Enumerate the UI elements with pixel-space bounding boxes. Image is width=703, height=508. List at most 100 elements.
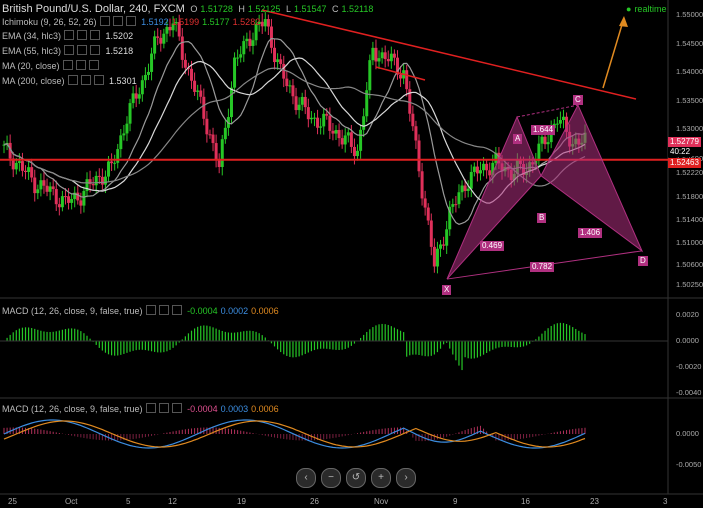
candle-body: [472, 166, 476, 172]
candle-body: [368, 60, 372, 91]
candle-body: [346, 132, 350, 136]
eye-icon[interactable]: [64, 45, 75, 55]
indicator-value: 1.5202: [105, 31, 134, 41]
candle-body: [251, 40, 255, 46]
macd2-header[interactable]: MACD (12, 26, close, 9, false, true) -0.…: [2, 403, 282, 415]
low-label: L: [285, 4, 291, 14]
settings-icon[interactable]: [158, 305, 169, 315]
scroll-right-button[interactable]: ›: [396, 468, 416, 488]
pattern-point-c: C: [573, 95, 583, 105]
settings-icon[interactable]: [112, 16, 123, 26]
y-tick: 1.53000: [676, 124, 703, 133]
candle-body: [426, 207, 430, 221]
settings-icon[interactable]: [77, 30, 88, 40]
candle-body: [199, 90, 203, 97]
candle-body: [245, 38, 249, 42]
candle-body: [269, 26, 273, 48]
close-icon[interactable]: [171, 403, 182, 413]
candle-body: [239, 54, 243, 58]
candle-body: [91, 184, 95, 186]
candle-body: [54, 189, 58, 205]
close-icon[interactable]: [171, 305, 182, 315]
candle-body: [399, 74, 403, 79]
y-tick: 1.54000: [676, 67, 703, 76]
indicator-label[interactable]: EMA (55, hlc3): [2, 46, 61, 56]
indicator-row-ma20[interactable]: MA (20, close): [2, 60, 102, 72]
macd1-header[interactable]: MACD (12, 26, close, 9, false, true) -0.…: [2, 305, 282, 317]
candle-body: [374, 47, 378, 62]
candle-body: [451, 204, 455, 207]
indicator-label[interactable]: MA (20, close): [2, 61, 60, 71]
indicator-row-ema34[interactable]: EMA (34, hlc3) 1.5202: [2, 30, 136, 42]
settings-icon[interactable]: [77, 45, 88, 55]
eye-icon[interactable]: [64, 30, 75, 40]
candle-body: [420, 171, 424, 199]
y-tick: 1.50600: [676, 260, 703, 269]
candle-body: [242, 41, 246, 55]
candle-body: [110, 161, 114, 164]
indicator-value: 1.5192: [141, 17, 169, 27]
candle-body: [24, 170, 28, 173]
indicator-row-ichimoku[interactable]: Ichimoku (9, 26, 52, 26) 1.5192 1.5199 1.5…: [2, 16, 263, 28]
close-icon[interactable]: [93, 75, 104, 85]
candle-body: [377, 58, 381, 62]
macd2-hist-value: -0.0004: [187, 404, 218, 414]
candle-body: [334, 130, 338, 134]
candle-body: [156, 36, 160, 38]
close-icon[interactable]: [90, 30, 101, 40]
indicator-label[interactable]: Ichimoku (9, 26, 52, 26): [2, 17, 97, 27]
indicator-row-ma200[interactable]: MA (200, close) 1.5301: [2, 75, 140, 87]
candle-body: [180, 36, 184, 60]
candle-body: [82, 191, 86, 206]
candle-body: [39, 180, 43, 190]
candle-body: [42, 180, 46, 186]
indicator-row-ema55[interactable]: EMA (55, hlc3) 1.5218: [2, 45, 136, 57]
macd1-label[interactable]: MACD (12, 26, close, 9, false, true): [2, 306, 143, 316]
pattern-point-b: B: [537, 213, 547, 223]
candle-body: [128, 103, 132, 124]
candle-body: [20, 161, 24, 171]
candle-body: [300, 96, 304, 105]
symbol-title[interactable]: British Pound/U.S. Dollar, 240, FXCM: [2, 3, 185, 15]
eye-icon[interactable]: [145, 305, 156, 315]
pattern-point-d: D: [638, 256, 648, 266]
candle-body: [322, 113, 326, 127]
zoom-out-button[interactable]: −: [321, 468, 341, 488]
candle-body: [349, 132, 353, 147]
projection-arrow: [602, 17, 625, 89]
candle-body: [454, 204, 458, 206]
candle-body: [561, 116, 565, 121]
candle-body: [153, 36, 157, 54]
indicator-value: 1.5177: [202, 17, 230, 27]
close-icon[interactable]: [90, 45, 101, 55]
indicator-label[interactable]: EMA (34, hlc3): [2, 31, 61, 41]
eye-icon[interactable]: [99, 16, 110, 26]
eye-icon[interactable]: [67, 75, 78, 85]
indicator-label[interactable]: MA (200, close): [2, 76, 65, 86]
candle-body: [309, 117, 313, 120]
macd1-y-tick: 0.0020: [676, 310, 699, 319]
scroll-left-button[interactable]: ‹: [296, 468, 316, 488]
reset-button[interactable]: ↺: [346, 468, 366, 488]
settings-icon[interactable]: [75, 60, 86, 70]
candle-body: [469, 171, 473, 189]
candle-body: [122, 133, 126, 136]
candle-body: [266, 19, 270, 27]
macd2-label[interactable]: MACD (12, 26, close, 9, false, true): [2, 404, 143, 414]
close-icon[interactable]: [88, 60, 99, 70]
candle-body: [466, 188, 470, 191]
candle-body: [414, 126, 418, 141]
candle-body: [107, 161, 111, 177]
eye-icon[interactable]: [62, 60, 73, 70]
eye-icon[interactable]: [145, 403, 156, 413]
settings-icon[interactable]: [158, 403, 169, 413]
macd1-macd-value: 0.0002: [220, 306, 249, 316]
candle-body: [214, 143, 218, 161]
settings-icon[interactable]: [80, 75, 91, 85]
close-icon[interactable]: [125, 16, 136, 26]
candle-body: [70, 199, 74, 203]
current-price-tag: 1.52779: [668, 137, 701, 147]
y-tick: 1.55000: [676, 10, 703, 19]
candle-body: [411, 113, 415, 127]
zoom-in-button[interactable]: +: [371, 468, 391, 488]
